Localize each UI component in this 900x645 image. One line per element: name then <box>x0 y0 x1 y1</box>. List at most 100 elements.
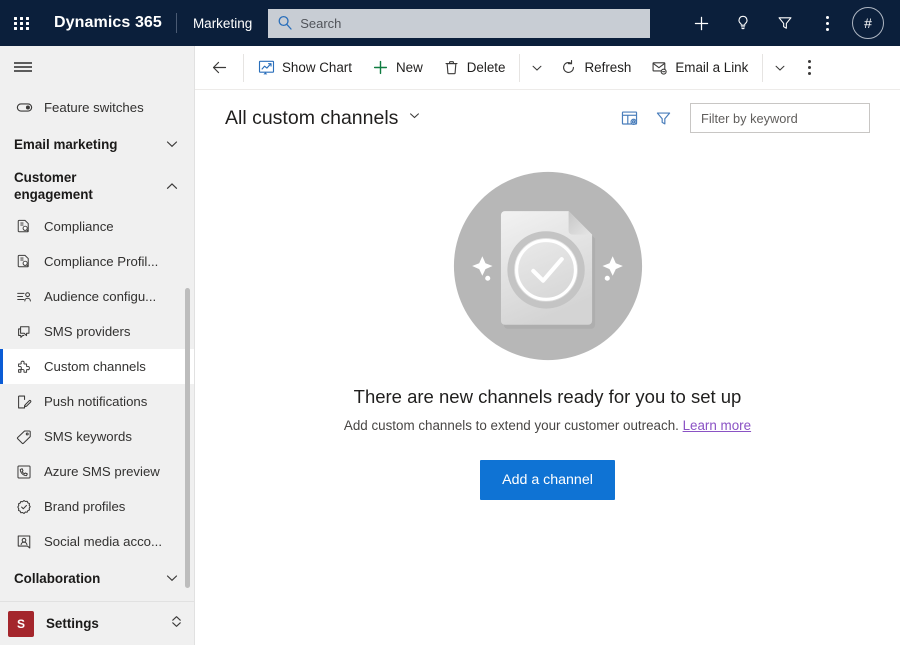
top-navigation-bar: Dynamics 365 Marketing Search # <box>0 0 900 46</box>
command-label: Delete <box>466 60 506 75</box>
sidebar-item-label: Azure SMS preview <box>44 464 160 479</box>
page-title: All custom channels <box>225 106 399 129</box>
command-overflow-chevron-2[interactable] <box>767 48 793 88</box>
app-name-label[interactable]: Marketing <box>177 16 268 31</box>
search-icon <box>276 14 294 32</box>
hamburger-menu-icon[interactable] <box>0 46 194 88</box>
sidebar-group-title: Customer engagement <box>14 170 93 202</box>
command-more-button[interactable] <box>793 48 825 88</box>
toggle-switch-icon <box>14 98 34 118</box>
chevron-down-icon <box>407 108 422 128</box>
app-window: Dynamics 365 Marketing Search # Feature … <box>0 0 900 645</box>
edit-columns-button[interactable] <box>612 101 646 135</box>
refresh-button[interactable]: Refresh <box>550 48 641 88</box>
email-a-link-button[interactable]: Email a Link <box>641 48 758 88</box>
area-switcher[interactable]: S Settings <box>0 601 194 645</box>
show-chart-button[interactable]: Show Chart <box>248 48 362 88</box>
document-search-icon <box>14 217 34 237</box>
chevron-up-icon <box>164 178 180 194</box>
sidebar-item-sms-keywords[interactable]: SMS keywords <box>0 419 194 454</box>
sidebar-item-label: Push notifications <box>44 394 148 409</box>
sitemap-scroll-area: Feature switches Email marketing Custome… <box>0 88 194 601</box>
sidebar-item-push-notifications[interactable]: Push notifications <box>0 384 194 419</box>
command-divider <box>519 53 521 82</box>
sidebar-item-label: Audience configu... <box>44 289 157 304</box>
main-content: Show Chart New Delete Refresh Email a Li… <box>195 46 900 645</box>
plus-icon <box>372 59 389 76</box>
sidebar-item-audience-configuration[interactable]: Audience configu... <box>0 279 194 314</box>
back-button[interactable] <box>199 48 239 88</box>
global-search-input[interactable]: Search <box>268 8 651 38</box>
global-search-placeholder: Search <box>300 15 342 31</box>
verified-badge-icon <box>14 497 34 517</box>
sidebar-item-label: Social media acco... <box>44 534 163 549</box>
keyword-filter-input[interactable]: Filter by keyword <box>690 103 870 133</box>
chevron-down-icon <box>164 570 180 586</box>
puzzle-piece-icon <box>14 357 34 377</box>
command-label: Refresh <box>584 60 632 75</box>
email-link-icon <box>651 59 668 76</box>
social-account-icon <box>14 532 34 552</box>
chevron-down-icon <box>164 136 180 152</box>
audience-config-icon <box>14 287 34 307</box>
chat-bubble-icon <box>14 322 34 342</box>
sidebar-item-custom-channels[interactable]: Custom channels <box>0 349 194 384</box>
app-launcher-icon[interactable] <box>0 0 44 46</box>
sidebar-group-customer-engagement[interactable]: Customer engagement <box>0 163 194 209</box>
sidebar-item-brand-profiles[interactable]: Brand profiles <box>0 489 194 524</box>
page-header: All custom channels Filter by keyword <box>195 90 900 146</box>
brand-title[interactable]: Dynamics 365 <box>44 14 176 32</box>
add-a-channel-button[interactable]: Add a channel <box>480 460 615 500</box>
sidebar-group-title: Email marketing <box>14 136 118 152</box>
sidebar-item-label: Brand profiles <box>44 499 126 514</box>
sidebar-item-sms-providers[interactable]: SMS providers <box>0 314 194 349</box>
keyword-filter-placeholder: Filter by keyword <box>701 110 798 126</box>
push-notification-icon <box>14 392 34 412</box>
app-body: Feature switches Email marketing Custome… <box>0 46 900 645</box>
topbar-action-group: # <box>680 0 900 46</box>
sidebar-item-label: Custom channels <box>44 359 146 374</box>
show-chart-icon <box>258 59 275 76</box>
funnel-icon[interactable] <box>764 0 806 46</box>
learn-more-link[interactable]: Learn more <box>683 418 751 433</box>
chevron-up-down-icon <box>169 614 184 634</box>
sidebar-item-azure-sms-preview[interactable]: Azure SMS preview <box>0 454 194 489</box>
lightbulb-icon[interactable] <box>722 0 764 46</box>
document-check-circle-illustration <box>450 168 646 364</box>
sidebar-item-compliance[interactable]: Compliance <box>0 209 194 244</box>
command-bar: Show Chart New Delete Refresh Email a Li… <box>195 46 900 90</box>
command-label: Show Chart <box>282 60 352 75</box>
refresh-icon <box>560 59 577 76</box>
view-selector[interactable]: All custom channels <box>225 107 422 130</box>
avatar[interactable]: # <box>852 7 884 39</box>
sidebar-item-compliance-profiles[interactable]: Compliance Profil... <box>0 244 194 279</box>
command-overflow-chevron-1[interactable] <box>524 48 550 88</box>
new-button[interactable]: New <box>362 48 433 88</box>
edit-filters-button[interactable] <box>646 101 680 135</box>
command-label: New <box>395 60 423 75</box>
sidebar-scrollbar[interactable] <box>185 288 190 588</box>
sitemap-sidebar: Feature switches Email marketing Custome… <box>0 46 195 645</box>
sidebar-item-label: SMS providers <box>44 324 131 339</box>
sidebar-item-label: Compliance Profil... <box>44 254 159 269</box>
empty-state-subtitle: Add custom channels to extend your custo… <box>344 418 751 433</box>
empty-state-title: There are new channels ready for you to … <box>353 386 742 407</box>
quick-create-button[interactable] <box>680 0 722 46</box>
document-search-icon <box>14 252 34 272</box>
area-badge: S <box>8 610 34 637</box>
sidebar-item-social-media-accounts[interactable]: Social media acco... <box>0 524 194 559</box>
delete-button[interactable]: Delete <box>433 48 516 88</box>
command-divider <box>762 53 764 82</box>
sidebar-item-label: Feature switches <box>44 100 144 115</box>
sidebar-group-email-marketing[interactable]: Email marketing <box>0 125 194 163</box>
sidebar-item-feature-switches[interactable]: Feature switches <box>0 90 194 125</box>
azure-sms-icon <box>14 462 34 482</box>
empty-state-subtitle-text: Add custom channels to extend your custo… <box>343 418 679 433</box>
sidebar-item-label: SMS keywords <box>44 429 132 444</box>
sidebar-group-collaboration[interactable]: Collaboration <box>0 559 194 597</box>
command-divider <box>243 53 244 82</box>
sidebar-group-title: Collaboration <box>14 570 101 586</box>
command-label: Email a Link <box>675 60 749 75</box>
topbar-more-button[interactable] <box>806 0 848 46</box>
trash-icon <box>443 59 460 76</box>
